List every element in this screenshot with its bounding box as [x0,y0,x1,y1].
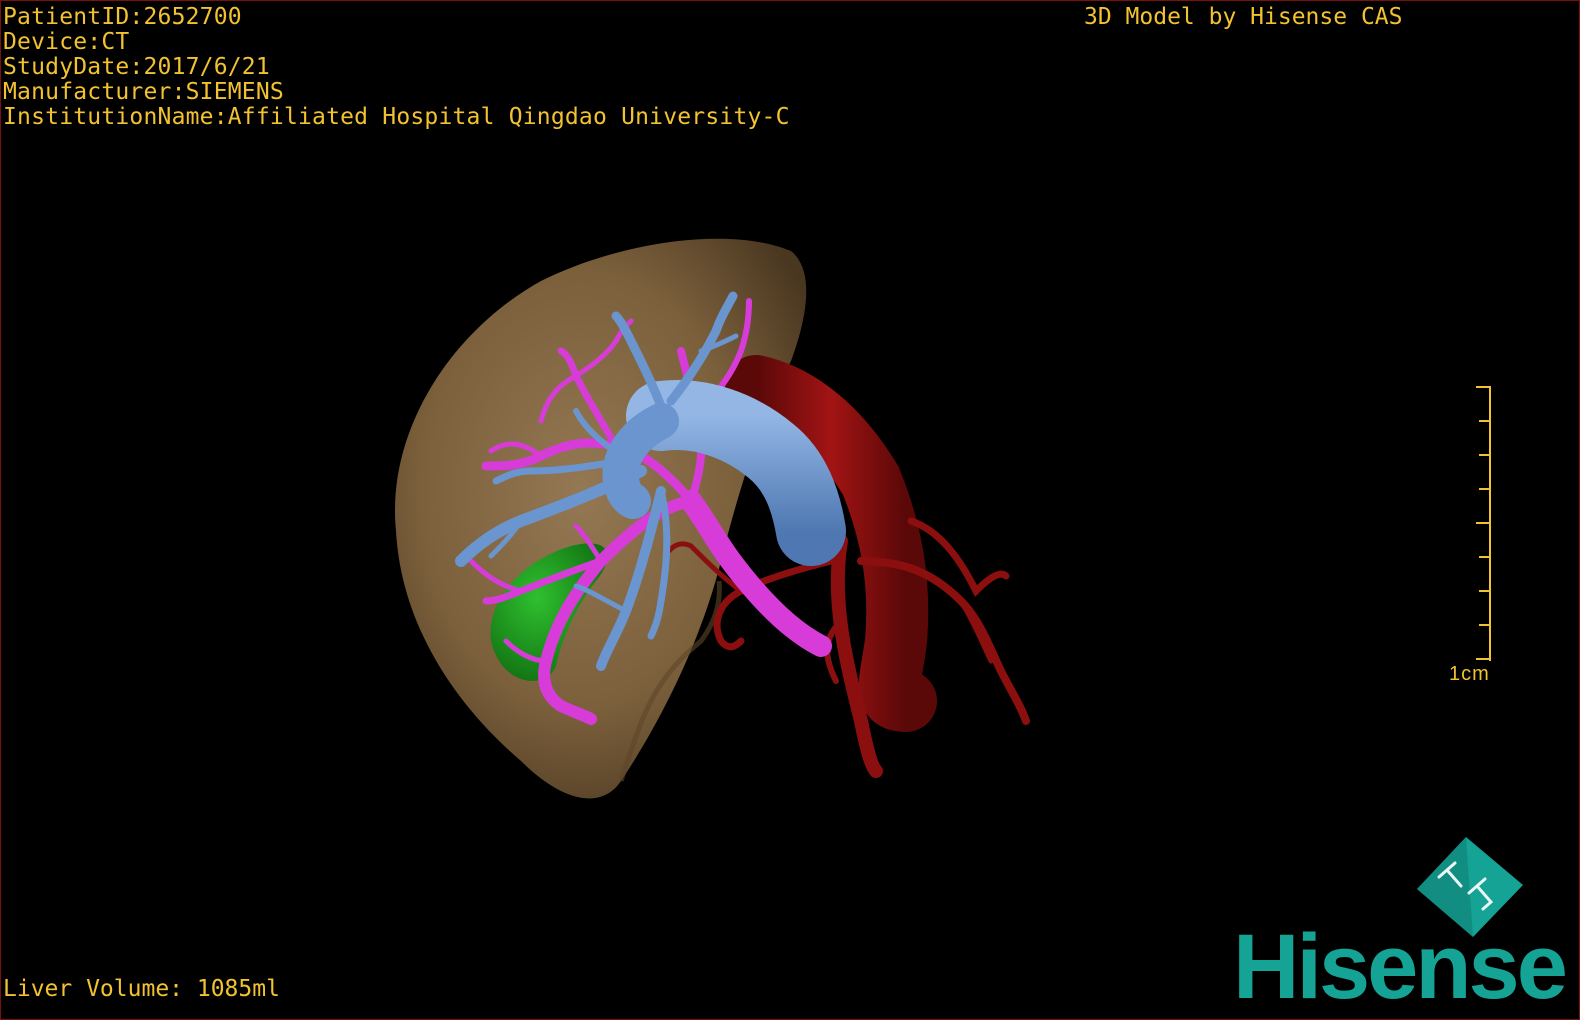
patient-id-text: PatientID:2652700 [3,4,242,30]
3d-viewport[interactable]: PatientID:2652700 Device:CT StudyDate:20… [0,0,1580,1020]
model-credit-text: 3D Model by Hisense CAS [1084,4,1403,30]
liver-3d-model[interactable] [1,1,1580,1020]
institution-name-text: InstitutionName:Affiliated Hospital Qing… [3,104,790,130]
hisense-logo-text: Hisense [1233,916,1568,1018]
scale-bar [1476,386,1491,661]
scale-label: 1cm [1449,663,1490,685]
manufacturer-text: Manufacturer:SIEMENS [3,79,284,105]
liver-volume-text: Liver Volume: 1085ml [3,976,280,1002]
device-text: Device:CT [3,29,130,55]
study-date-text: StudyDate:2017/6/21 [3,54,270,80]
